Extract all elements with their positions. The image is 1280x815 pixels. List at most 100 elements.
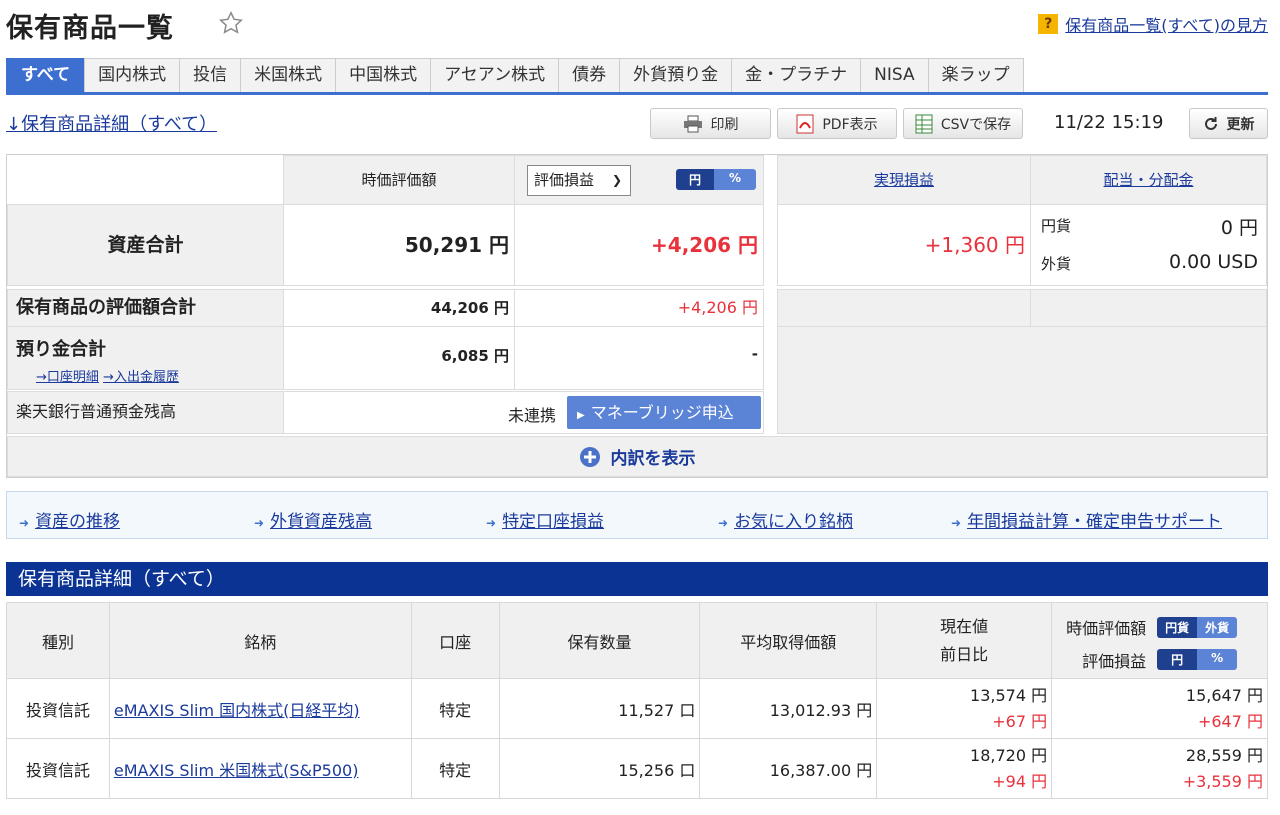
toggle-percent[interactable]: % (1197, 649, 1238, 670)
toggle-jpy[interactable]: 円貨 (1157, 617, 1198, 638)
col-account: 口座 (410, 602, 500, 679)
deposit-label-cell: 預り金合計 →口座明細 →入出金履歴 (7, 326, 284, 390)
pl-select[interactable]: 評価損益 ❯ (527, 165, 631, 196)
arrow-icon: ➜ (718, 516, 729, 530)
print-label: 印刷 (710, 116, 739, 133)
update-timestamp: 11/22 15:19 (1054, 112, 1164, 133)
empty-cell (1030, 289, 1267, 327)
mv-currency-toggle[interactable]: 円貨 外貨 (1157, 617, 1238, 638)
row-change: +94 円 (992, 771, 1048, 791)
star-icon[interactable] (218, 10, 244, 36)
col-price: 現在値 (940, 616, 989, 636)
dividend-jpy-label: 円貨 (1041, 217, 1072, 235)
csv-button[interactable]: CSVで保存 (903, 108, 1023, 139)
tab-funds[interactable]: 投信 (179, 58, 242, 92)
page-title: 保有商品一覧 (6, 13, 174, 44)
col-market-value: 時価評価額 (1066, 619, 1147, 638)
pdf-button[interactable]: PDF表示 (777, 108, 897, 139)
arrow-icon: ➜ (486, 516, 497, 530)
dividend-jpy-value: 0 円 (1220, 217, 1258, 239)
bank-balance-cell: 未連携 ▶ マネーブリッジ申込 (283, 391, 764, 434)
row-market-value: 15,647 円 (1185, 685, 1263, 705)
chevron-down-icon: ❯ (611, 173, 622, 187)
tab-all[interactable]: すべて (6, 58, 86, 92)
row-pl: +3,559 円 (1182, 771, 1263, 791)
realized-header: 実現損益 (777, 155, 1031, 205)
dividend-cell: 円貨 0 円 外貨 0.00 USD (1030, 204, 1267, 286)
tab-us-stocks[interactable]: 米国株式 (240, 58, 337, 92)
annual-tax-link[interactable]: 年間損益計算・確定申告サポート (967, 512, 1222, 532)
deposit-total-label: 預り金合計 (16, 339, 106, 360)
dividend-fx-label: 外貨 (1041, 255, 1072, 273)
show-breakdown-button[interactable]: 内訳を表示 (7, 436, 1267, 477)
category-tabs: すべて 国内株式 投信 米国株式 中国株式 アセアン株式 債券 外貨預り金 金・… (6, 58, 1268, 95)
bank-balance-label: 楽天銀行普通預金残高 (7, 391, 284, 434)
total-assets-label: 資産合計 (7, 204, 284, 286)
show-breakdown-label: 内訳を表示 (610, 449, 696, 469)
dividend-link[interactable]: 配当・分配金 (1103, 171, 1193, 189)
specific-account-pl-link[interactable]: 特定口座損益 (502, 512, 604, 532)
toggle-fx[interactable]: 外貨 (1197, 617, 1238, 638)
fx-assets-link[interactable]: 外貨資産残高 (270, 512, 372, 532)
fund-name-link[interactable]: eMAXIS Slim 国内株式(日経平均) (114, 701, 360, 720)
csv-label: CSVで保存 (940, 116, 1012, 133)
row-account: 特定 (410, 738, 500, 799)
refresh-button[interactable]: 更新 (1189, 108, 1268, 139)
tab-bonds[interactable]: 債券 (558, 58, 621, 92)
quick-links-bar: ➜ 資産の推移 ➜ 外貨資産残高 ➜ 特定口座損益 ➜ お気に入り銘柄 ➜ 年間損益計算・… (6, 491, 1268, 539)
row-type: 投資信託 (6, 738, 110, 799)
help-link-text[interactable]: 保有商品一覧(すべて)の見方 (1065, 12, 1268, 36)
empty-cell (777, 289, 1031, 327)
realized-pl-value: +1,360 円 (777, 204, 1031, 286)
tab-domestic-stocks[interactable]: 国内株式 (84, 58, 181, 92)
row-qty: 11,527 口 (498, 678, 701, 739)
fund-name-link[interactable]: eMAXIS Slim 米国株式(S&P500) (114, 761, 359, 780)
dividend-header: 配当・分配金 (1030, 155, 1267, 205)
col-change: 前日比 (940, 644, 989, 664)
holdings-total-pl: +4,206 円 (514, 289, 764, 327)
toggle-yen[interactable]: 円 (1157, 649, 1198, 670)
tab-gold-platinum[interactable]: 金・プラチナ (731, 58, 862, 92)
printer-icon (683, 115, 702, 132)
deposit-history-link[interactable]: →入出金履歴 (103, 370, 179, 385)
asset-trend-link[interactable]: 資産の推移 (35, 512, 120, 532)
toggle-yen[interactable]: 円 (676, 169, 714, 190)
row-price: 18,720 円 (970, 745, 1048, 765)
col-avg-cost: 平均取得価額 (699, 602, 878, 679)
market-value-header: 時価評価額 (283, 155, 515, 205)
holdings-total-value: 44,206 円 (283, 289, 515, 327)
table-row: 投資信託 eMAXIS Slim 米国株式(S&P500) 特定 15,256 … (6, 738, 1268, 799)
col-price-change: 現在値 前日比 (876, 602, 1053, 679)
pl-unit-toggle[interactable]: 円 % (1157, 649, 1238, 670)
print-button[interactable]: 印刷 (650, 108, 771, 139)
holdings-detail-link[interactable]: ↓保有商品詳細（すべて） (6, 110, 217, 136)
toggle-percent[interactable]: % (714, 169, 756, 190)
row-type: 投資信託 (6, 678, 110, 739)
money-bridge-button[interactable]: ▶ マネーブリッジ申込 (567, 396, 761, 429)
pl-select-value: 評価損益 (534, 171, 595, 189)
tab-fx-deposit[interactable]: 外貨預り金 (619, 58, 733, 92)
total-assets-value: 50,291 円 (283, 204, 515, 286)
tab-asean-stocks[interactable]: アセアン株式 (430, 58, 560, 92)
col-type: 種別 (6, 602, 110, 679)
bank-link-status: 未連携 (508, 406, 557, 425)
row-avg-cost: 16,387.00 円 (699, 738, 878, 799)
account-detail-link[interactable]: →口座明細 (36, 370, 99, 385)
row-avg-cost: 13,012.93 円 (699, 678, 878, 739)
help-link[interactable]: ? 保有商品一覧(すべて)の見方 (1038, 12, 1268, 36)
tab-rakuwrap[interactable]: 楽ラップ (927, 58, 1024, 92)
arrow-icon: ➜ (254, 516, 265, 530)
tab-china-stocks[interactable]: 中国株式 (335, 58, 432, 92)
arrow-icon: ➜ (19, 516, 30, 530)
dividend-fx-value: 0.00 USD (1169, 251, 1258, 273)
holdings-table: 種別 銘柄 口座 保有数量 平均取得価額 現在値 前日比 時価評価額 円貨 外貨… (6, 602, 1268, 799)
col-qty: 保有数量 (498, 602, 701, 679)
pdf-icon (796, 114, 814, 133)
deposit-total-pl: - (514, 326, 764, 390)
col-mv-pl: 時価評価額 円貨 外貨 評価損益 円 % (1051, 602, 1268, 679)
tab-nisa[interactable]: NISA (860, 58, 929, 92)
arrow-icon: ➜ (951, 516, 962, 530)
unit-toggle[interactable]: 円 % (676, 169, 756, 190)
realized-link[interactable]: 実現損益 (874, 171, 934, 189)
favorites-link[interactable]: お気に入り銘柄 (734, 512, 853, 532)
